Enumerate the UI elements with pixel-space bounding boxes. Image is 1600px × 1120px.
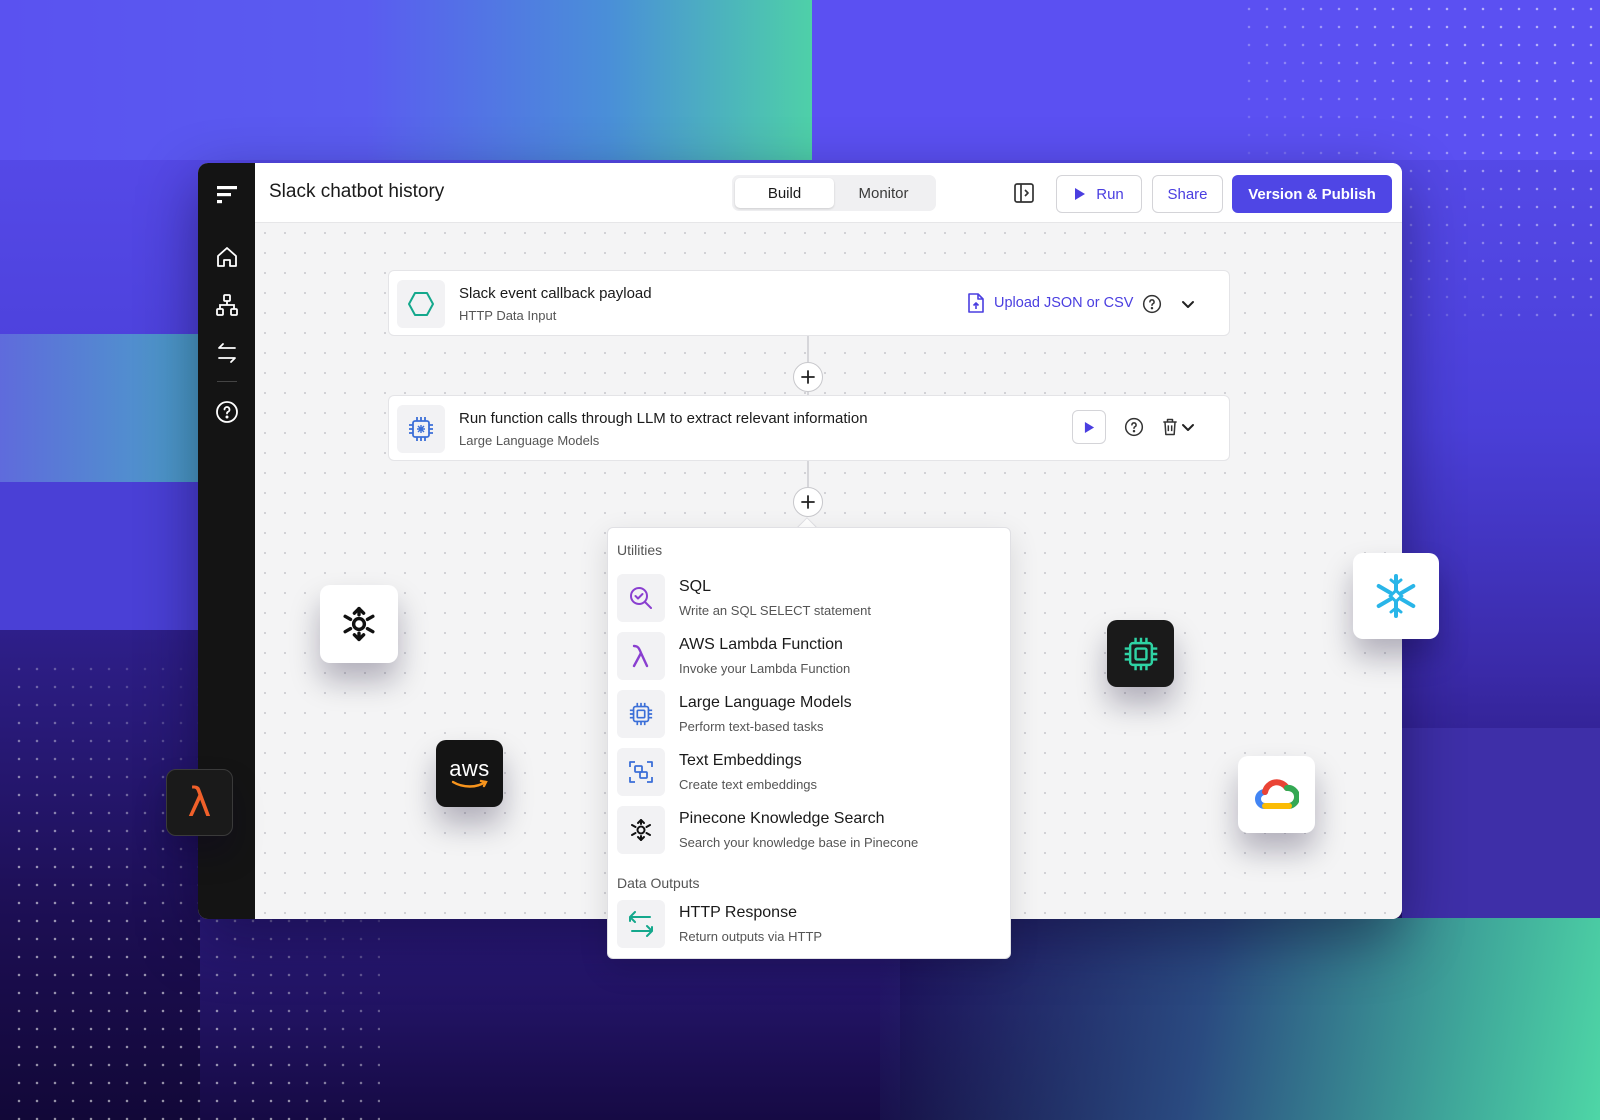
http-response-icon bbox=[617, 900, 665, 948]
version-publish-button[interactable]: Version & Publish bbox=[1232, 175, 1392, 213]
menu-item-subtitle: Create text embeddings bbox=[679, 777, 818, 792]
add-step-button[interactable] bbox=[793, 362, 823, 392]
lambda-icon bbox=[617, 632, 665, 680]
run-label: Run bbox=[1096, 185, 1124, 203]
tab-monitor[interactable]: Monitor bbox=[834, 178, 933, 208]
menu-item-subtitle: Return outputs via HTTP bbox=[679, 929, 823, 944]
play-icon bbox=[1084, 421, 1094, 433]
menu-item-llm[interactable]: Large Language Models Perform text-based… bbox=[617, 688, 1003, 740]
menu-section-utilities: Utilities bbox=[617, 542, 663, 558]
rail-divider bbox=[216, 381, 237, 382]
llm-chip-tile bbox=[1107, 620, 1174, 687]
chevron-down-icon[interactable] bbox=[1176, 415, 1200, 439]
menu-item-title: SQL bbox=[679, 578, 712, 595]
connector-line bbox=[807, 461, 809, 487]
menu-item-title: HTTP Response bbox=[679, 904, 797, 921]
tab-build[interactable]: Build bbox=[735, 178, 834, 208]
snowflake-logo-tile bbox=[1353, 553, 1439, 639]
node-subtitle: HTTP Data Input bbox=[459, 308, 557, 323]
hexagon-icon bbox=[397, 280, 445, 328]
chip-icon bbox=[1124, 637, 1157, 670]
connector-line bbox=[807, 336, 809, 362]
aws-logo-tile: aws bbox=[436, 740, 503, 807]
aws-smile-icon bbox=[451, 779, 488, 788]
node-input[interactable]: Slack event callback payload HTTP Data I… bbox=[388, 270, 1230, 336]
workflow-icon[interactable] bbox=[209, 287, 245, 323]
file-upload-icon bbox=[968, 293, 984, 313]
run-button[interactable]: Run bbox=[1056, 175, 1142, 213]
menu-item-pinecone[interactable]: Pinecone Knowledge Search Search your kn… bbox=[617, 804, 1003, 856]
upload-json-csv-link[interactable]: Upload JSON or CSV bbox=[967, 293, 1133, 313]
add-step-menu: Utilities SQL Write an SQL SELECT statem… bbox=[607, 527, 1011, 959]
play-icon bbox=[1075, 188, 1086, 200]
share-button[interactable]: Share bbox=[1152, 175, 1223, 213]
menu-item-subtitle: Invoke your Lambda Function bbox=[679, 661, 851, 676]
pinecone-icon bbox=[617, 806, 665, 854]
node-title: Run function calls through LLM to extrac… bbox=[459, 410, 868, 427]
lambda-logo-icon: λ bbox=[187, 779, 212, 826]
google-cloud-logo-tile bbox=[1238, 756, 1315, 833]
pinecone-logo-tile bbox=[320, 585, 398, 663]
chevron-down-icon[interactable] bbox=[1176, 292, 1200, 316]
pinecone-icon bbox=[343, 606, 375, 642]
help-icon[interactable] bbox=[1122, 415, 1146, 439]
chip-icon bbox=[617, 690, 665, 738]
page-title: Slack chatbot history bbox=[269, 181, 445, 202]
menu-item-aws-lambda[interactable]: AWS Lambda Function Invoke your Lambda F… bbox=[617, 630, 1003, 682]
help-icon[interactable] bbox=[1140, 292, 1164, 316]
menu-item-http-response[interactable]: HTTP Response Return outputs via HTTP bbox=[617, 898, 1003, 950]
lambda-logo-tile: λ bbox=[166, 769, 233, 836]
home-icon[interactable] bbox=[209, 239, 245, 275]
menu-item-title: Pinecone Knowledge Search bbox=[679, 810, 885, 827]
sql-search-icon bbox=[617, 574, 665, 622]
plus-icon bbox=[801, 370, 815, 384]
menu-item-subtitle: Perform text-based tasks bbox=[679, 719, 824, 734]
chip-icon bbox=[397, 405, 445, 453]
node-subtitle: Large Language Models bbox=[459, 433, 600, 448]
swap-arrows-icon[interactable] bbox=[209, 335, 245, 371]
menu-item-title: Large Language Models bbox=[679, 694, 852, 711]
menu-item-text-embeddings[interactable]: Text Embeddings Create text embeddings bbox=[617, 746, 1003, 798]
add-step-button[interactable] bbox=[793, 487, 823, 517]
node-llm[interactable]: Run function calls through LLM to extrac… bbox=[388, 395, 1230, 461]
menu-section-data-outputs: Data Outputs bbox=[617, 875, 700, 891]
mode-switch: Build Monitor bbox=[732, 175, 936, 211]
embeddings-icon bbox=[617, 748, 665, 796]
panel-toggle-icon[interactable] bbox=[1012, 181, 1036, 205]
node-title: Slack event callback payload bbox=[459, 285, 652, 302]
run-step-button[interactable] bbox=[1072, 410, 1106, 444]
brand-logo-icon bbox=[216, 186, 237, 204]
menu-item-sql[interactable]: SQL Write an SQL SELECT statement bbox=[617, 572, 1003, 624]
snowflake-icon bbox=[1376, 574, 1416, 618]
plus-icon bbox=[801, 495, 815, 509]
menu-item-title: AWS Lambda Function bbox=[679, 636, 843, 653]
top-bar: Slack chatbot history Build Monitor Run … bbox=[255, 163, 1402, 223]
menu-item-subtitle: Write an SQL SELECT statement bbox=[679, 603, 871, 618]
help-icon[interactable] bbox=[209, 394, 245, 430]
menu-item-title: Text Embeddings bbox=[679, 752, 802, 769]
menu-item-subtitle: Search your knowledge base in Pinecone bbox=[679, 835, 919, 850]
google-cloud-icon bbox=[1254, 778, 1299, 809]
upload-label: Upload JSON or CSV bbox=[994, 295, 1134, 311]
aws-logo-icon: aws bbox=[449, 755, 490, 781]
